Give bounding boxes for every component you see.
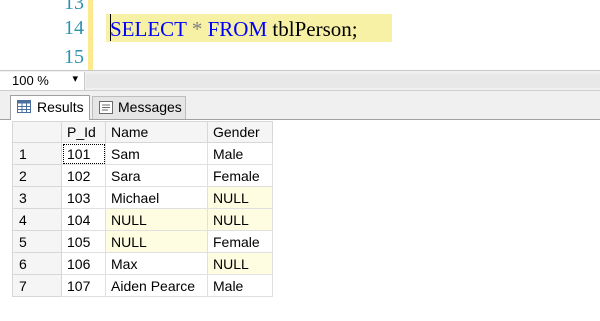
cell-p-id[interactable]: 101 — [61, 142, 106, 165]
row-number[interactable]: 3 — [12, 186, 62, 209]
header-row: P_Id Name Gender — [12, 121, 273, 143]
cell-name[interactable]: Max — [105, 252, 208, 275]
cell-gender-null[interactable]: NULL — [207, 252, 273, 275]
cell-p-id[interactable]: 102 — [61, 164, 106, 187]
cell-gender[interactable]: Male — [207, 142, 273, 165]
chevron-down-icon[interactable]: ▾ — [72, 72, 78, 85]
change-tracking-bar — [88, 0, 93, 70]
column-header-name[interactable]: Name — [105, 121, 208, 143]
cell-p-id[interactable]: 106 — [61, 252, 106, 275]
horizontal-scrollbar[interactable] — [86, 74, 600, 88]
line-number: 13 — [64, 0, 84, 14]
table-row[interactable]: 3 103 Michael NULL — [12, 186, 273, 209]
cell-name-null[interactable]: NULL — [105, 208, 208, 231]
grid-corner[interactable] — [12, 121, 62, 143]
line-number-gutter: 13 14 15 — [0, 0, 86, 70]
line-number: 15 — [64, 46, 84, 68]
cell-p-id[interactable]: 103 — [61, 186, 106, 209]
table-row[interactable]: 1 101 Sam Male — [12, 142, 273, 165]
grid-icon — [17, 100, 31, 113]
cell-gender-null[interactable]: NULL — [207, 208, 273, 231]
sql-keyword-select: SELECT — [110, 17, 187, 41]
results-table: P_Id Name Gender 1 101 Sam Male 2 102 Sa… — [12, 121, 273, 297]
cell-p-id[interactable]: 107 — [61, 274, 106, 297]
cell-name[interactable]: Michael — [105, 186, 208, 209]
sql-keyword-from: FROM — [207, 17, 268, 41]
table-row[interactable]: 4 104 NULL NULL — [12, 208, 273, 231]
row-number[interactable]: 7 — [12, 274, 62, 297]
zoom-value: 100 % — [12, 73, 49, 88]
results-grid[interactable]: P_Id Name Gender 1 101 Sam Male 2 102 Sa… — [12, 121, 273, 297]
cell-gender[interactable]: Female — [207, 230, 273, 253]
cell-name-null[interactable]: NULL — [105, 230, 208, 253]
line-number: 14 — [64, 17, 84, 39]
row-number[interactable]: 1 — [12, 142, 62, 165]
zoom-dropdown[interactable]: 100 % ▾ — [0, 72, 85, 90]
tab-messages[interactable]: Messages — [92, 96, 186, 119]
row-number[interactable]: 5 — [12, 230, 62, 253]
cell-gender[interactable]: Female — [207, 164, 273, 187]
column-header-gender[interactable]: Gender — [207, 121, 273, 143]
editor-status-strip: 100 % ▾ — [0, 70, 600, 91]
cell-name[interactable]: Aiden Pearce — [105, 274, 208, 297]
table-row[interactable]: 5 105 NULL Female — [12, 230, 273, 253]
cell-p-id[interactable]: 105 — [61, 230, 106, 253]
sql-asterisk: * — [191, 17, 203, 41]
table-row[interactable]: 2 102 Sara Female — [12, 164, 273, 187]
sql-table-name: tblPerson; — [272, 17, 358, 41]
cell-gender[interactable]: Male — [207, 274, 273, 297]
column-header-p-id[interactable]: P_Id — [61, 121, 106, 143]
row-number[interactable]: 4 — [12, 208, 62, 231]
selected-code-line[interactable]: SELECT * FROM tblPerson; — [106, 14, 392, 42]
row-number[interactable]: 6 — [12, 252, 62, 275]
row-number[interactable]: 2 — [12, 164, 62, 187]
cell-name[interactable]: Sara — [105, 164, 208, 187]
table-row[interactable]: 7 107 Aiden Pearce Male — [12, 274, 273, 297]
cell-name[interactable]: Sam — [105, 142, 208, 165]
text-caret — [110, 14, 111, 41]
messages-icon — [99, 101, 113, 114]
tab-results-label: Results — [37, 99, 84, 115]
results-tab-bar: Results Messages — [0, 90, 600, 120]
tab-results[interactable]: Results — [10, 95, 90, 120]
table-row[interactable]: 6 106 Max NULL — [12, 252, 273, 275]
tab-messages-label: Messages — [118, 99, 182, 115]
query-editor[interactable]: 13 14 15 SELECT * FROM tblPerson; — [0, 0, 600, 70]
sql-statement[interactable]: SELECT * FROM tblPerson; — [110, 17, 358, 42]
cell-gender-null[interactable]: NULL — [207, 186, 273, 209]
cell-p-id[interactable]: 104 — [61, 208, 106, 231]
